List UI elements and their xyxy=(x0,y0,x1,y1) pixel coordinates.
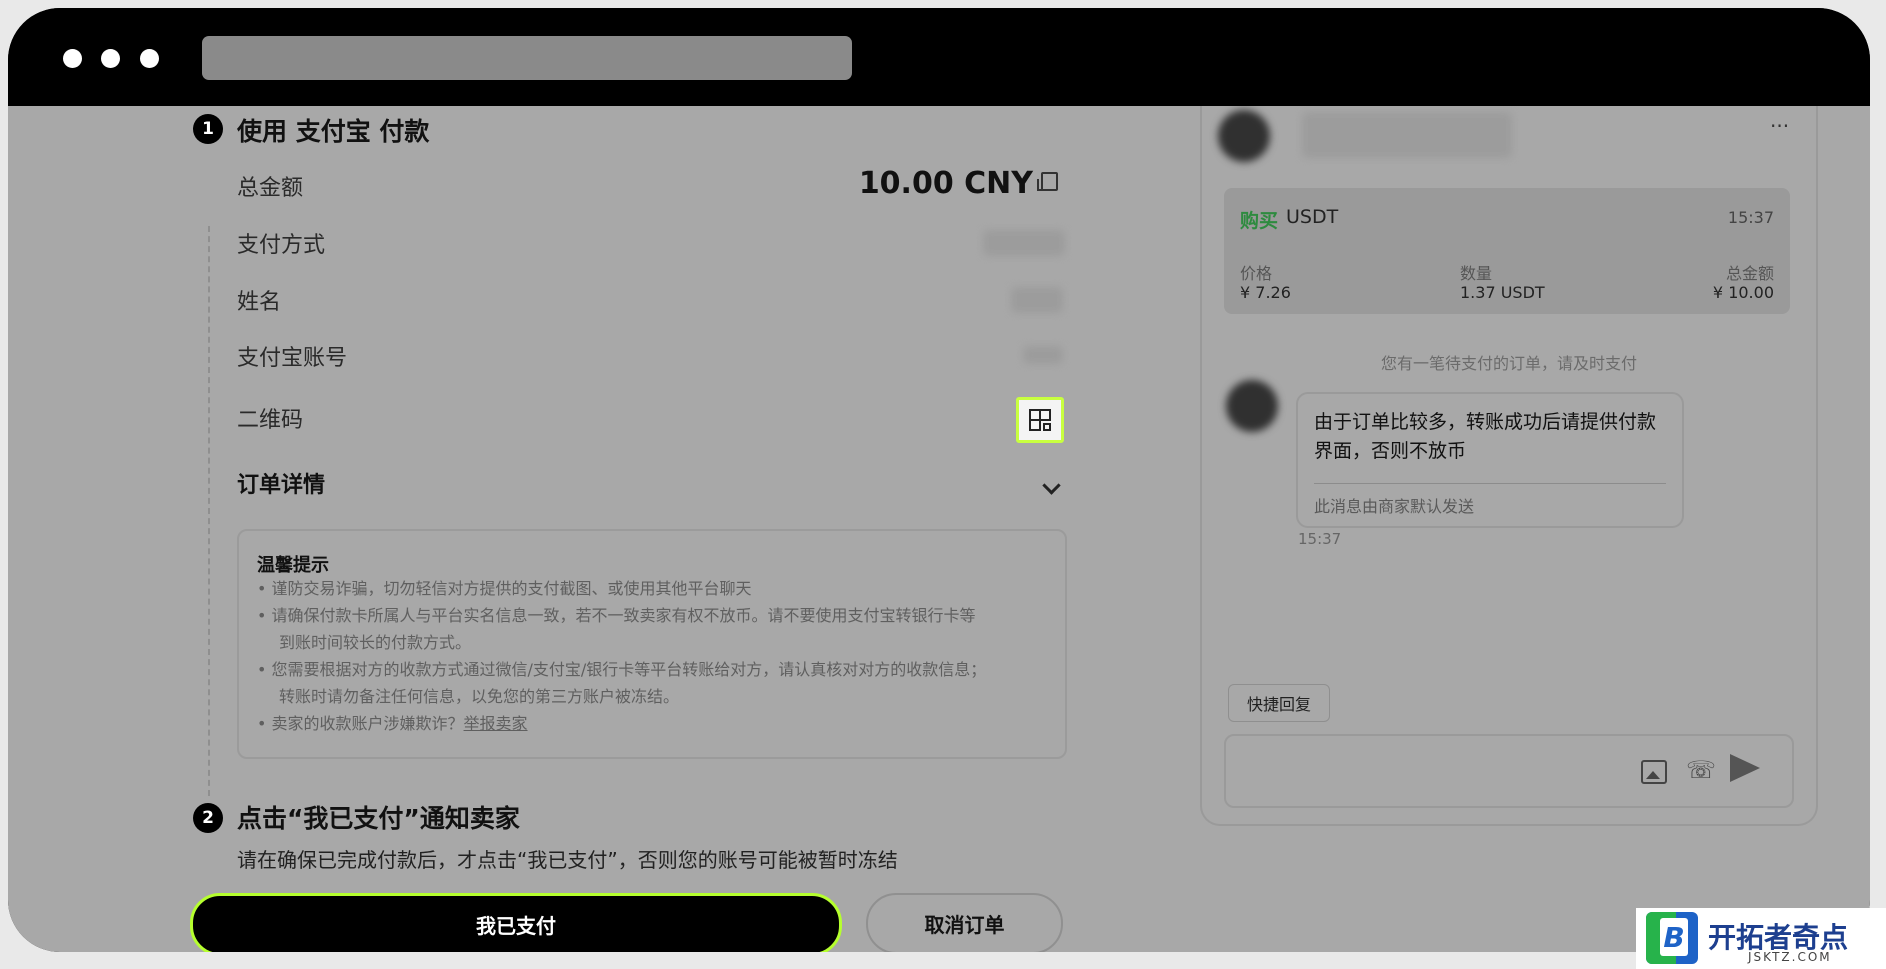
tips-title: 温馨提示 xyxy=(257,555,329,576)
chevron-down-icon[interactable] xyxy=(1042,476,1061,495)
window-dot-icon[interactable] xyxy=(101,49,120,68)
step-2-title: 点击“我已支付”通知卖家 xyxy=(237,804,520,833)
tip-item-continued: 转账时请勿备注任何信息，以免您的第三方账户被冻结。 xyxy=(279,687,680,706)
copy-icon[interactable] xyxy=(1037,172,1058,191)
logo-mark: B xyxy=(1646,912,1698,964)
qr-code-button[interactable] xyxy=(1016,397,1064,443)
tip-item: • 卖家的收款账户涉嫌欺诈？举报卖家 xyxy=(257,710,528,734)
total-amount-label: 总金额 xyxy=(237,176,304,201)
qr-code-icon xyxy=(1029,409,1051,431)
order-action: 购买 xyxy=(1240,210,1279,232)
price-label: 价格 xyxy=(1240,264,1273,283)
window-dot-icon[interactable] xyxy=(140,49,159,68)
quantity-label: 数量 xyxy=(1460,264,1493,283)
quantity-value: 1.37 USDT xyxy=(1460,283,1545,302)
quick-reply-button[interactable]: 快捷回复 xyxy=(1228,684,1330,722)
tip-report-text: • 卖家的收款账户涉嫌欺诈？ xyxy=(257,714,464,733)
chat-panel: ··· 购买 USDT 15:37 价格 ¥ 7.26 数量 1.37 USDT… xyxy=(1200,106,1818,826)
browser-titlebar xyxy=(8,8,1870,106)
price-value: ¥ 7.26 xyxy=(1240,283,1291,302)
page-viewport: 1 使用 支付宝 付款 总金额 10.00 CNY 支付方式 姓名 支付宝账号 … xyxy=(8,106,1870,952)
order-summary-card: 购买 USDT 15:37 价格 ¥ 7.26 数量 1.37 USDT 总金额… xyxy=(1224,188,1790,314)
system-message: 您有一笔待支付的订单，请及时支付 xyxy=(1380,354,1637,373)
cancel-order-button[interactable]: 取消订单 xyxy=(866,893,1063,952)
tip-item: • 请确保付款卡所属人与平台实名信息一致，若不一致卖家有权不放币。请不要使用支付… xyxy=(257,606,976,625)
message-divider xyxy=(1314,483,1666,484)
payment-method-label: 支付方式 xyxy=(237,233,326,258)
browser-window: 1 使用 支付宝 付款 总金额 10.00 CNY 支付方式 姓名 支付宝账号 … xyxy=(8,8,1870,952)
seller-name-blurred xyxy=(1302,112,1512,158)
tip-item-continued: 到账时间较长的付款方式。 xyxy=(279,633,472,652)
message-text: 由于订单比较多，转账成功后请提供付款界面，否则不放币 xyxy=(1314,411,1657,462)
order-time: 15:37 xyxy=(1727,208,1774,227)
total-amount: 10.00 CNY xyxy=(859,166,1058,201)
step-1-badge: 1 xyxy=(193,114,223,144)
message-time: 15:37 xyxy=(1298,530,1342,548)
step-1-title: 使用 支付宝 付款 xyxy=(237,117,430,146)
name-label: 姓名 xyxy=(237,290,282,315)
payment-panel: 1 使用 支付宝 付款 总金额 10.00 CNY 支付方式 姓名 支付宝账号 … xyxy=(8,106,1178,952)
warm-tips-box: 温馨提示 • 谨防交易诈骗，切勿轻信对方提供的支付截图、或使用其他平台聊天 • … xyxy=(237,529,1067,759)
merchant-avatar xyxy=(1226,380,1278,432)
name-value-blurred xyxy=(1011,287,1063,313)
order-total-label: 总金额 xyxy=(1725,264,1774,283)
total-amount-value: 10.00 CNY xyxy=(858,166,1033,201)
alipay-account-label: 支付宝账号 xyxy=(237,346,348,371)
tip-item: • 谨防交易诈骗，切勿轻信对方提供的支付截图、或使用其他平台聊天 xyxy=(257,579,752,598)
address-bar[interactable] xyxy=(202,36,852,80)
i-have-paid-button[interactable]: 我已支付 xyxy=(190,893,842,952)
image-icon[interactable] xyxy=(1641,760,1667,784)
window-dot-icon[interactable] xyxy=(63,49,82,68)
step-2-badge: 2 xyxy=(193,803,223,833)
step-connector xyxy=(208,226,210,796)
message-auto-note: 此消息由商家默认发送 xyxy=(1314,497,1475,516)
more-icon[interactable]: ··· xyxy=(1770,114,1789,138)
order-details-toggle[interactable]: 订单详情 xyxy=(237,467,325,499)
send-icon[interactable] xyxy=(1730,754,1760,782)
payment-method-value-blurred xyxy=(983,230,1065,256)
seller-avatar xyxy=(1218,110,1270,162)
logo-url: JSKTZ.COM xyxy=(1748,950,1832,964)
qr-code-label: 二维码 xyxy=(237,408,304,433)
tip-item: • 您需要根据对方的收款方式通过微信/支付宝/银行卡等平台转账给对方，请认真核对… xyxy=(257,660,987,679)
watermark-logo: B 开拓者奇点 JSKTZ.COM xyxy=(1636,908,1886,969)
logo-letter: B xyxy=(1660,918,1688,956)
chat-input[interactable]: ☏ xyxy=(1224,734,1794,808)
message-bubble: 由于订单比较多，转账成功后请提供付款界面，否则不放币 此消息由商家默认发送 xyxy=(1296,392,1684,528)
order-total-value: ¥ 10.00 xyxy=(1712,283,1774,302)
alipay-account-value-blurred xyxy=(1023,346,1063,364)
phone-icon[interactable]: ☏ xyxy=(1686,756,1716,784)
step-2-note: 请在确保已完成付款后，才点击“我已支付”，否则您的账号可能被暂时冻结 xyxy=(237,848,898,872)
order-coin: USDT xyxy=(1286,206,1339,228)
report-seller-link[interactable]: 举报卖家 xyxy=(464,714,528,733)
